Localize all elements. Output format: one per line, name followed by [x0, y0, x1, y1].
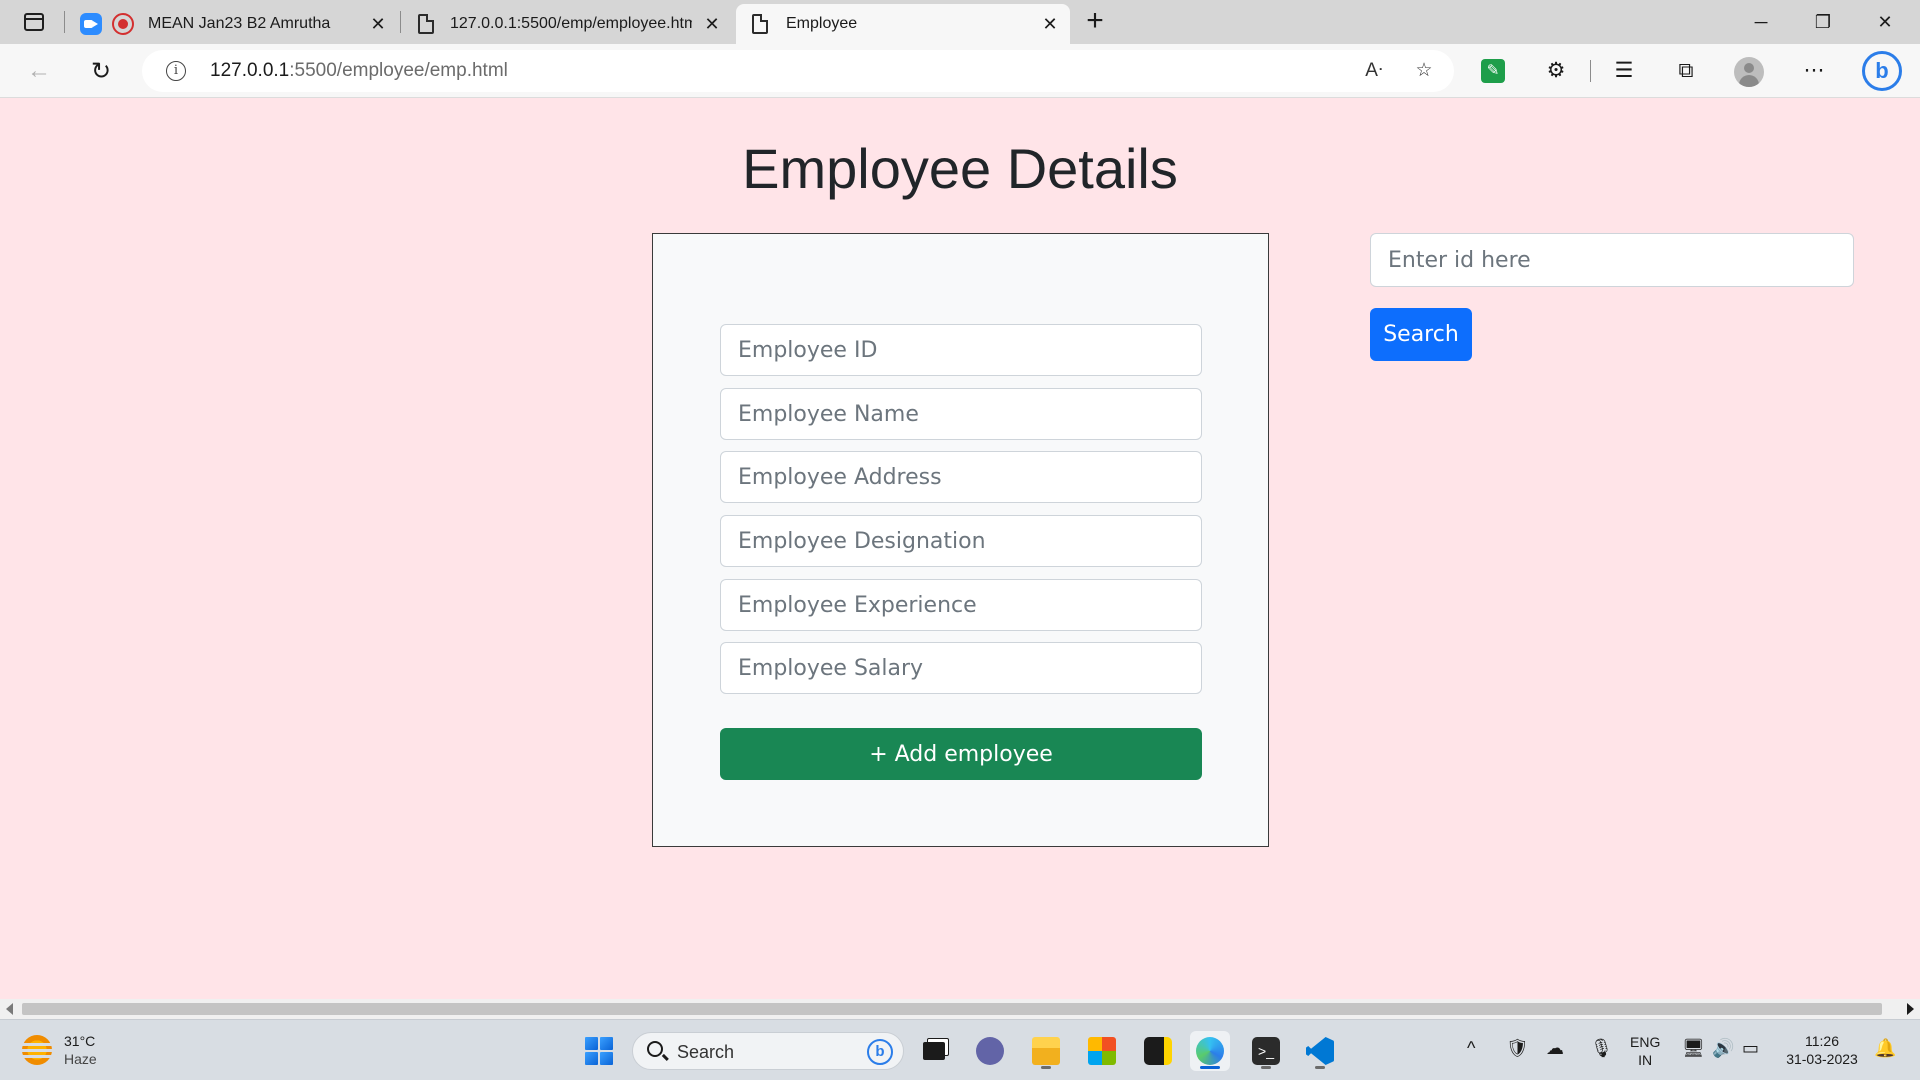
extension-icon[interactable]: ✎	[1481, 59, 1505, 83]
close-icon[interactable]: ✕	[368, 14, 388, 34]
add-favorite-icon[interactable]: ☆	[1412, 59, 1436, 83]
search-id-input[interactable]	[1370, 233, 1854, 287]
defender-shield-icon[interactable]: 🛡	[1506, 1038, 1529, 1059]
collections-icon[interactable]: ⧉	[1672, 57, 1700, 85]
page-title: Employee Details	[742, 137, 1178, 200]
employee-form: + Add employee	[652, 233, 1269, 847]
employee-address-input[interactable]	[720, 451, 1202, 503]
bing-icon[interactable]: b	[1862, 51, 1902, 91]
sticky-notes-icon[interactable]	[1138, 1031, 1178, 1071]
volume-icon[interactable]: 🔊	[1712, 1038, 1734, 1059]
horizontal-scrollbar[interactable]	[0, 999, 1920, 1019]
restore-icon[interactable]: ❐	[1800, 6, 1846, 38]
close-window-icon[interactable]: ✕	[1862, 6, 1908, 38]
tab-title: MEAN Jan23 B2 Amrutha	[148, 15, 331, 32]
task-view-icon[interactable]	[914, 1031, 954, 1071]
tab-employee-html[interactable]: 127.0.0.1:5500/emp/employee.html ✕	[402, 4, 732, 44]
extensions-icon[interactable]: ⚙	[1542, 57, 1570, 85]
employee-name-input[interactable]	[720, 388, 1202, 440]
language-indicator[interactable]: ENG IN	[1630, 1033, 1660, 1069]
teams-chat-icon[interactable]	[970, 1031, 1010, 1071]
new-tab-icon[interactable]: +	[1080, 6, 1110, 37]
start-button[interactable]	[579, 1031, 619, 1071]
tab-title: Employee	[786, 15, 858, 32]
close-icon[interactable]: ✕	[702, 14, 722, 34]
read-aloud-icon[interactable]: A͏ᐧ	[1362, 59, 1386, 83]
employee-id-input[interactable]	[720, 324, 1202, 376]
tab-separator	[64, 11, 65, 33]
tab-strip: MEAN Jan23 B2 Amrutha ✕ 127.0.0.1:5500/e…	[0, 0, 1920, 44]
terminal-icon[interactable]: >_	[1246, 1031, 1286, 1071]
onedrive-cloud-icon[interactable]: ☁	[1546, 1038, 1564, 1059]
scroll-right-icon[interactable]	[1907, 1003, 1914, 1015]
favorites-icon[interactable]: ☰	[1610, 57, 1638, 85]
clock[interactable]: 11:26 31-03-2023	[1782, 1032, 1862, 1068]
tab-meeting[interactable]: MEAN Jan23 B2 Amrutha ✕	[72, 4, 398, 44]
haze-weather-icon	[20, 1035, 54, 1065]
microphone-icon[interactable]: 🎙	[1590, 1038, 1613, 1059]
search-icon	[647, 1041, 663, 1057]
bing-icon: b	[867, 1039, 893, 1065]
site-info-icon[interactable]: i	[166, 61, 186, 81]
scrollbar-thumb[interactable]	[22, 1003, 1882, 1015]
minimize-icon[interactable]: ─	[1738, 6, 1784, 38]
employee-salary-input[interactable]	[720, 642, 1202, 694]
refresh-icon[interactable]: ↻	[84, 54, 118, 88]
taskbar: 31°C Haze Search b >_ ^ 🛡 ☁ 🎙 ENG IN 🖥 🔊…	[0, 1019, 1920, 1080]
employee-designation-input[interactable]	[720, 515, 1202, 567]
file-icon	[418, 14, 434, 34]
vscode-icon[interactable]	[1300, 1031, 1340, 1071]
tab-actions-icon[interactable]	[14, 7, 54, 37]
taskbar-search[interactable]: Search b	[632, 1032, 904, 1070]
file-explorer-icon[interactable]	[1026, 1031, 1066, 1071]
notifications-icon[interactable]: 🔔	[1874, 1038, 1896, 1059]
tab-title: 127.0.0.1:5500/emp/employee.html	[450, 15, 692, 32]
more-options-icon[interactable]: ⋯	[1800, 57, 1828, 85]
employee-experience-input[interactable]	[720, 579, 1202, 631]
weather-temp: 31°C	[64, 1033, 96, 1049]
file-icon	[752, 14, 768, 34]
address-url[interactable]: 127.0.0.1:5500/employee/emp.html	[210, 60, 508, 82]
scroll-left-icon[interactable]	[6, 1003, 13, 1015]
address-bar[interactable]: i 127.0.0.1:5500/employee/emp.html A͏ᐧ ☆	[142, 50, 1454, 92]
battery-icon[interactable]: ▭	[1742, 1038, 1759, 1059]
zoom-icon	[80, 13, 102, 35]
search-button[interactable]: Search	[1370, 308, 1472, 361]
tab-separator	[400, 11, 401, 33]
toolbar-separator	[1590, 60, 1591, 82]
close-icon[interactable]: ✕	[1040, 14, 1060, 34]
add-employee-button[interactable]: + Add employee	[720, 728, 1202, 780]
taskbar-search-label: Search	[677, 1042, 735, 1062]
back-icon[interactable]: ←	[22, 54, 56, 88]
browser-toolbar: ← ↻ i 127.0.0.1:5500/employee/emp.html A…	[0, 44, 1920, 98]
chevron-up-icon[interactable]: ^	[1467, 1038, 1475, 1059]
weather-widget[interactable]: 31°C Haze	[20, 1032, 97, 1068]
windows-icon	[585, 1037, 613, 1065]
weather-condition: Haze	[64, 1051, 97, 1067]
edge-icon[interactable]	[1190, 1031, 1230, 1071]
recording-icon	[112, 13, 134, 35]
tab-employee[interactable]: Employee ✕	[736, 4, 1070, 44]
network-icon[interactable]: 🖥	[1682, 1038, 1705, 1059]
microsoft-store-icon[interactable]	[1082, 1031, 1122, 1071]
profile-avatar[interactable]	[1734, 57, 1764, 87]
